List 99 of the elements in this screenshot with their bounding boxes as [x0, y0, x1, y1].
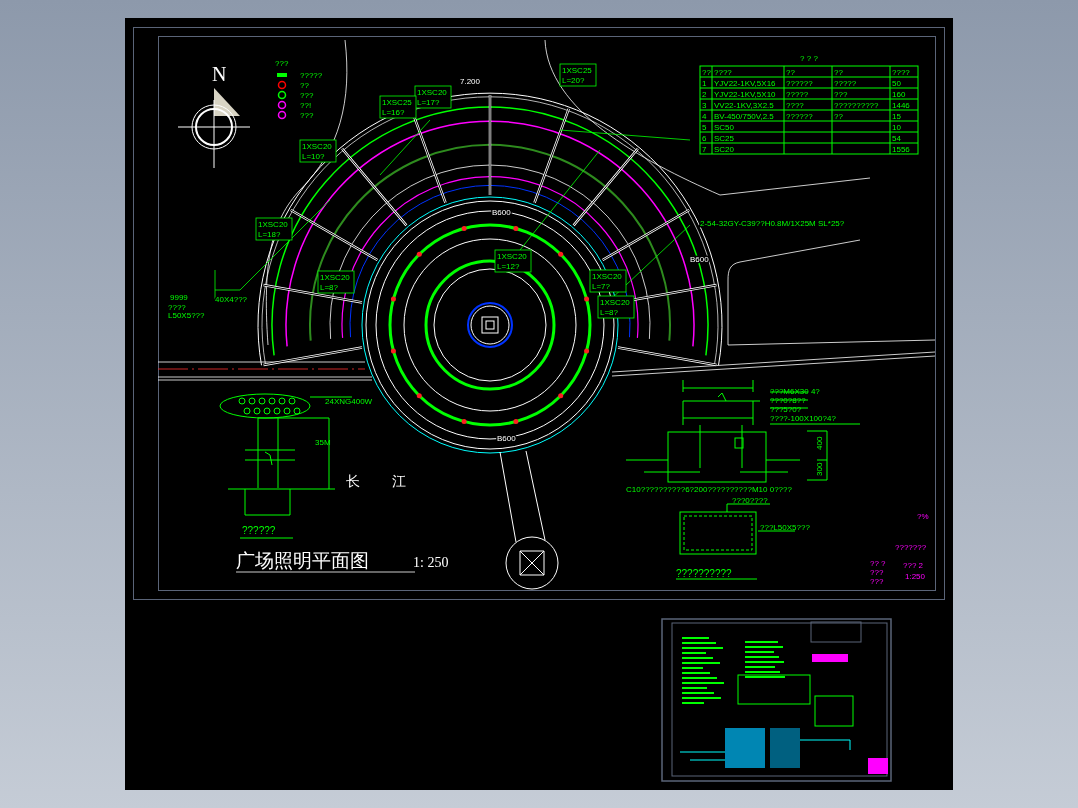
- legend-label: ???: [300, 111, 314, 120]
- sheet-number: ??? 2: [903, 561, 924, 570]
- conduit-label-box: [379, 95, 417, 119]
- table-cell: 54: [892, 133, 901, 143]
- detail-note: ????-100X100?4?: [770, 414, 836, 423]
- table-cell: 160: [892, 89, 906, 99]
- conduit-code: 1XSC20: [258, 220, 288, 229]
- conduit-label-box: [414, 85, 452, 109]
- north-label: N: [212, 63, 227, 85]
- legend-label: ?????: [300, 71, 323, 80]
- table-cell: 10: [892, 122, 901, 132]
- sheet-info-text: ???: [870, 577, 884, 586]
- conduit-code: 1XSC20: [417, 88, 447, 97]
- plan-annotation: ????: [168, 303, 186, 312]
- detail-note: ???0?8??: [770, 396, 806, 405]
- table-cell: YJV22-1KV,5X10: [714, 89, 776, 99]
- conduit-code: 1XSC25: [562, 66, 592, 75]
- legend-label: ???: [300, 91, 314, 100]
- plan-scale: 1: 250: [413, 555, 449, 570]
- table-cell: ????: [786, 100, 804, 110]
- conduit-length: L=17?: [417, 98, 440, 107]
- table-cell: 3: [702, 100, 707, 110]
- conduit-code: 1XSC20: [320, 273, 350, 282]
- conduit-label-box: [559, 63, 597, 87]
- table-cell: VV22-1KV,3X2.5: [714, 100, 774, 110]
- conduit-code: 1XSC20: [302, 142, 332, 151]
- table-cell: SC20: [714, 144, 734, 154]
- conduit-length: L=7?: [592, 282, 611, 291]
- conduit-label-box: [494, 249, 532, 273]
- plan-title: 广场照明平面图: [236, 549, 369, 571]
- table-cell: 2: [702, 89, 707, 99]
- conduit-length: L=8?: [600, 308, 619, 317]
- conduit-length: L=20?: [562, 76, 585, 85]
- table-cell: ???: [834, 89, 848, 99]
- conduit-code: 1XSC20: [497, 252, 527, 261]
- conduit-length: L=18?: [258, 230, 281, 239]
- table-cell: SC50: [714, 122, 734, 132]
- table-cell: ??????: [786, 78, 813, 88]
- table-cell: ??????: [786, 111, 813, 121]
- table-cell: BV-450/750V,2.5: [714, 111, 774, 121]
- conduit-code: 1XSC20: [592, 272, 622, 281]
- river-label: 长: [346, 473, 360, 489]
- detail-note: ???5?0?: [770, 405, 802, 414]
- conduit-label-box: [255, 217, 293, 241]
- table-header-cell: ????: [892, 67, 910, 77]
- sheet-info-text: ???: [870, 568, 884, 577]
- table-cell: ?????: [786, 89, 809, 99]
- table-header-cell: ????: [714, 67, 732, 77]
- plate-note: ???0????: [732, 496, 768, 505]
- table-cell: YJV22-1KV,5X16: [714, 78, 776, 88]
- conduit-code: 1XSC20: [600, 298, 630, 307]
- table-header-cell: ??: [834, 67, 843, 77]
- conduit-code: 1XSC25: [382, 98, 412, 107]
- table-cell: 1556: [892, 144, 910, 154]
- table-cell: ?????: [834, 78, 857, 88]
- conduit-label-box: [597, 295, 635, 319]
- dimension-label: 300: [815, 462, 824, 476]
- table-cell: 7: [702, 144, 707, 154]
- table-cell: SC25: [714, 133, 734, 143]
- plate-caption: ??????????: [676, 568, 732, 579]
- sheet-info-text: ?? ?: [870, 559, 886, 568]
- conduit-length: L=12?: [497, 262, 520, 271]
- table-cell: 1: [702, 78, 707, 88]
- river-label: 江: [392, 473, 406, 489]
- plan-annotation: 2-54-32GY-C39??H0.8M/1X25M SL*25?: [700, 219, 845, 228]
- legend-label: ??!: [300, 101, 312, 110]
- table-cell: 5: [702, 122, 707, 132]
- legend-title: ???: [275, 59, 289, 68]
- conduit-label-box: [299, 139, 337, 163]
- dimension-label: 400: [815, 436, 824, 450]
- mast-height: 35M: [315, 438, 331, 447]
- sheet-name: ???????: [895, 543, 927, 552]
- lamp-detail-caption: ??????: [242, 525, 276, 536]
- table-cell: 1446: [892, 100, 910, 110]
- table-cell: 50: [892, 78, 901, 88]
- table-header-cell: ??: [702, 67, 711, 77]
- plan-annotation: 7.200: [460, 77, 481, 86]
- plan-annotation: L50X5???: [168, 311, 205, 320]
- table-cell: 15: [892, 111, 901, 121]
- conduit-length: L=16?: [382, 108, 405, 117]
- table-cell: 4: [702, 111, 707, 121]
- plan-annotation: 9999: [170, 293, 188, 302]
- angle-note: ???L50X5???: [760, 523, 810, 532]
- conduit-label-box: [317, 270, 355, 294]
- conduit-length: L=8?: [320, 283, 339, 292]
- plan-annotation: 40X4???: [215, 295, 248, 304]
- legend-label: ??: [300, 81, 309, 90]
- table-title: ? ? ?: [800, 54, 818, 63]
- detail-note: ???M6X30 4?: [770, 387, 820, 396]
- conduit-label-box: [589, 269, 627, 293]
- table-cell: ??: [834, 111, 843, 121]
- foundation-caption: C10??????????6?200??????????M10 0????: [626, 485, 792, 494]
- table-header-cell: ??: [786, 67, 795, 77]
- sheet-mark: ?%: [917, 512, 929, 521]
- lamp-spec: 24XNG400W: [325, 397, 373, 406]
- table-cell: 6: [702, 133, 707, 143]
- table-cell: ??????????: [834, 100, 879, 110]
- sheet-scale: 1:250: [905, 572, 926, 581]
- conduit-length: L=10?: [302, 152, 325, 161]
